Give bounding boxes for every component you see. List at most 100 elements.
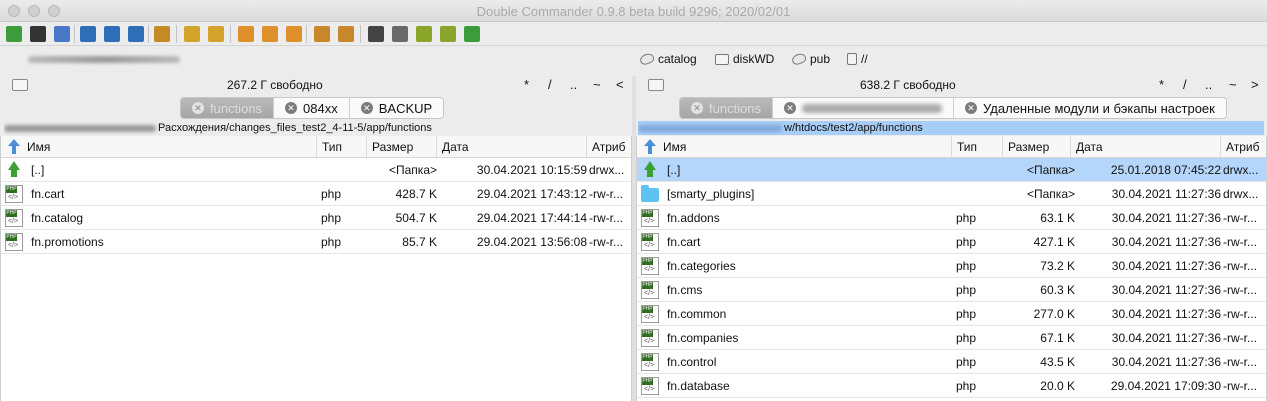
disk-icon[interactable] — [12, 79, 28, 91]
file-type: php — [956, 235, 977, 249]
left-path-bar[interactable]: Расхождения/changes_files_test2_4-11-5/a… — [4, 121, 630, 135]
file-row[interactable]: [..] <Папка> 25.01.2018 07:45:22 drwx... — [637, 158, 1266, 182]
toolbar-separator — [230, 25, 231, 43]
nav-parent-button[interactable]: .. — [570, 77, 577, 92]
tab-084xx[interactable]: ✕ 084xx — [274, 98, 350, 118]
php-file-icon — [641, 233, 659, 251]
close-tab-icon[interactable]: ✕ — [965, 102, 978, 114]
file-row[interactable]: [smarty_plugins] <Папка> 30.04.2021 11:27:… — [637, 182, 1266, 206]
file-row[interactable]: fn.companies php 67.1 K 30.04.2021 11:27:36… — [637, 326, 1266, 350]
file-attr: drwx... — [1223, 163, 1259, 177]
compare-button[interactable] — [152, 24, 172, 44]
nav-swap-button[interactable]: > — [1251, 77, 1259, 92]
disk-icon[interactable] — [648, 79, 664, 91]
archive-button[interactable] — [312, 24, 332, 44]
tab-functions[interactable]: ✕ functions — [181, 98, 275, 118]
file-date: 30.04.2021 11:27:36 — [1111, 259, 1221, 273]
php-file-icon — [5, 233, 23, 251]
extract-button[interactable] — [336, 24, 356, 44]
file-date: 30.04.2021 11:27:36 — [1111, 355, 1221, 369]
right-path-text: w/htdocs/test2/app/functions — [784, 122, 923, 134]
file-row[interactable]: fn.cms php 60.3 K 30.04.2021 11:27:36-rw-r.… — [637, 278, 1266, 302]
pack-icon — [262, 26, 278, 42]
left-drive-button-redacted[interactable] — [28, 56, 180, 63]
pack-button[interactable] — [260, 24, 280, 44]
tab-functions[interactable]: ✕ functions — [680, 98, 774, 118]
tab-redacted[interactable]: ✕ — [773, 98, 955, 118]
file-type: php — [956, 211, 977, 225]
tab-removed-modules[interactable]: ✕ Удаленные модули и бэкапы настроек — [954, 98, 1226, 118]
file-list-button[interactable] — [414, 24, 434, 44]
drive-button-pub[interactable]: pub — [790, 50, 830, 68]
settings-button[interactable] — [52, 24, 72, 44]
nav-home-button[interactable]: ~ — [593, 77, 601, 92]
nav-slash-button[interactable]: / — [548, 77, 552, 92]
sync-dirs-button[interactable] — [462, 24, 482, 44]
file-row[interactable]: fn.categories php 73.2 K 30.04.2021 11:27:3… — [637, 254, 1266, 278]
multi-rename-button[interactable] — [236, 24, 256, 44]
file-row[interactable]: fn.catalog php 504.7 K 29.04.2021 17:44:14-… — [1, 206, 631, 230]
column-type[interactable]: Тип — [317, 136, 367, 158]
file-row[interactable]: fn.cart php 427.1 K 30.04.2021 11:27:36-rw-… — [637, 230, 1266, 254]
file-row[interactable]: fn.common php 277.0 K 30.04.2021 11:27:36-r… — [637, 302, 1266, 326]
nav-slash-button[interactable]: / — [1183, 77, 1187, 92]
copy-left-button[interactable] — [182, 24, 202, 44]
right-path-bar[interactable]: w/htdocs/test2/app/functions — [638, 121, 1264, 135]
brief-view-button[interactable] — [78, 24, 98, 44]
search-button[interactable] — [366, 24, 386, 44]
copy-files-button[interactable] — [438, 24, 458, 44]
column-attr[interactable]: Атриб — [587, 136, 631, 158]
drive-button-catalog[interactable]: catalog — [638, 50, 697, 68]
file-type: php — [956, 379, 977, 393]
nav-root-button[interactable]: * — [1159, 77, 1164, 92]
file-date: 30.04.2021 11:27:36 — [1111, 307, 1221, 321]
left-column-header: Имя Тип Размер Дата Атриб — [1, 136, 631, 158]
edit-button[interactable] — [390, 24, 410, 44]
close-tab-icon[interactable]: ✕ — [784, 102, 797, 114]
terminal-icon — [30, 26, 46, 42]
close-tab-icon[interactable]: ✕ — [360, 102, 373, 114]
file-size: 67.1 K — [1040, 331, 1075, 345]
close-tab-icon[interactable]: ✕ — [691, 102, 703, 114]
disk-icon — [715, 53, 729, 65]
tab-backup[interactable]: ✕ BACKUP — [349, 98, 444, 118]
file-attr: -rw-r... — [589, 235, 623, 249]
drive-button-network[interactable]: // — [847, 50, 868, 68]
column-attr[interactable]: Атриб — [1221, 136, 1266, 158]
refresh-button[interactable] — [4, 24, 24, 44]
nav-swap-button[interactable]: < — [616, 77, 624, 92]
terminal-button[interactable] — [28, 24, 48, 44]
nav-parent-button[interactable]: .. — [1205, 77, 1212, 92]
close-tab-icon[interactable]: ✕ — [285, 102, 298, 114]
file-row[interactable]: fn.addons php 63.1 K 30.04.2021 11:27:36-rw… — [637, 206, 1266, 230]
php-file-icon — [641, 353, 659, 371]
column-date[interactable]: Дата — [1071, 136, 1221, 158]
column-size[interactable]: Размер — [367, 136, 437, 158]
php-file-icon — [641, 305, 659, 323]
file-row[interactable]: fn.promotions php 85.7 K 29.04.2021 13:56:0… — [1, 230, 631, 254]
file-row[interactable]: fn.cart php 428.7 K 29.04.2021 17:43:12-rw-… — [1, 182, 631, 206]
nav-root-button[interactable]: * — [524, 77, 529, 92]
file-type — [956, 182, 1003, 206]
close-tab-icon[interactable]: ✕ — [192, 102, 204, 114]
column-name[interactable]: Имя — [637, 136, 952, 158]
file-row[interactable]: [..] <Папка> 30.04.2021 10:15:59 drwx... — [1, 158, 631, 182]
copy-right-button[interactable] — [206, 24, 226, 44]
main-toolbar — [0, 22, 1267, 46]
full-view-button[interactable] — [102, 24, 122, 44]
file-attr: -rw-r... — [1223, 211, 1257, 225]
file-size: 504.7 K — [395, 211, 437, 225]
column-type[interactable]: Тип — [952, 136, 1003, 158]
file-row[interactable]: fn.control php 43.5 K 30.04.2021 11:27:36-r… — [637, 350, 1266, 374]
unpack-button[interactable] — [284, 24, 304, 44]
drive-button-diskwd[interactable]: diskWD — [715, 50, 774, 68]
nav-home-button[interactable]: ~ — [1229, 77, 1237, 92]
unpack-icon — [286, 26, 302, 42]
column-size[interactable]: Размер — [1003, 136, 1071, 158]
thumbnails-view-button[interactable] — [126, 24, 146, 44]
column-name[interactable]: Имя — [1, 136, 317, 158]
column-date[interactable]: Дата — [437, 136, 587, 158]
toolbar-separator — [74, 25, 75, 43]
file-size: 85.7 K — [402, 235, 437, 249]
file-row[interactable]: fn.database php 20.0 K 29.04.2021 17:09:30-… — [637, 374, 1266, 398]
